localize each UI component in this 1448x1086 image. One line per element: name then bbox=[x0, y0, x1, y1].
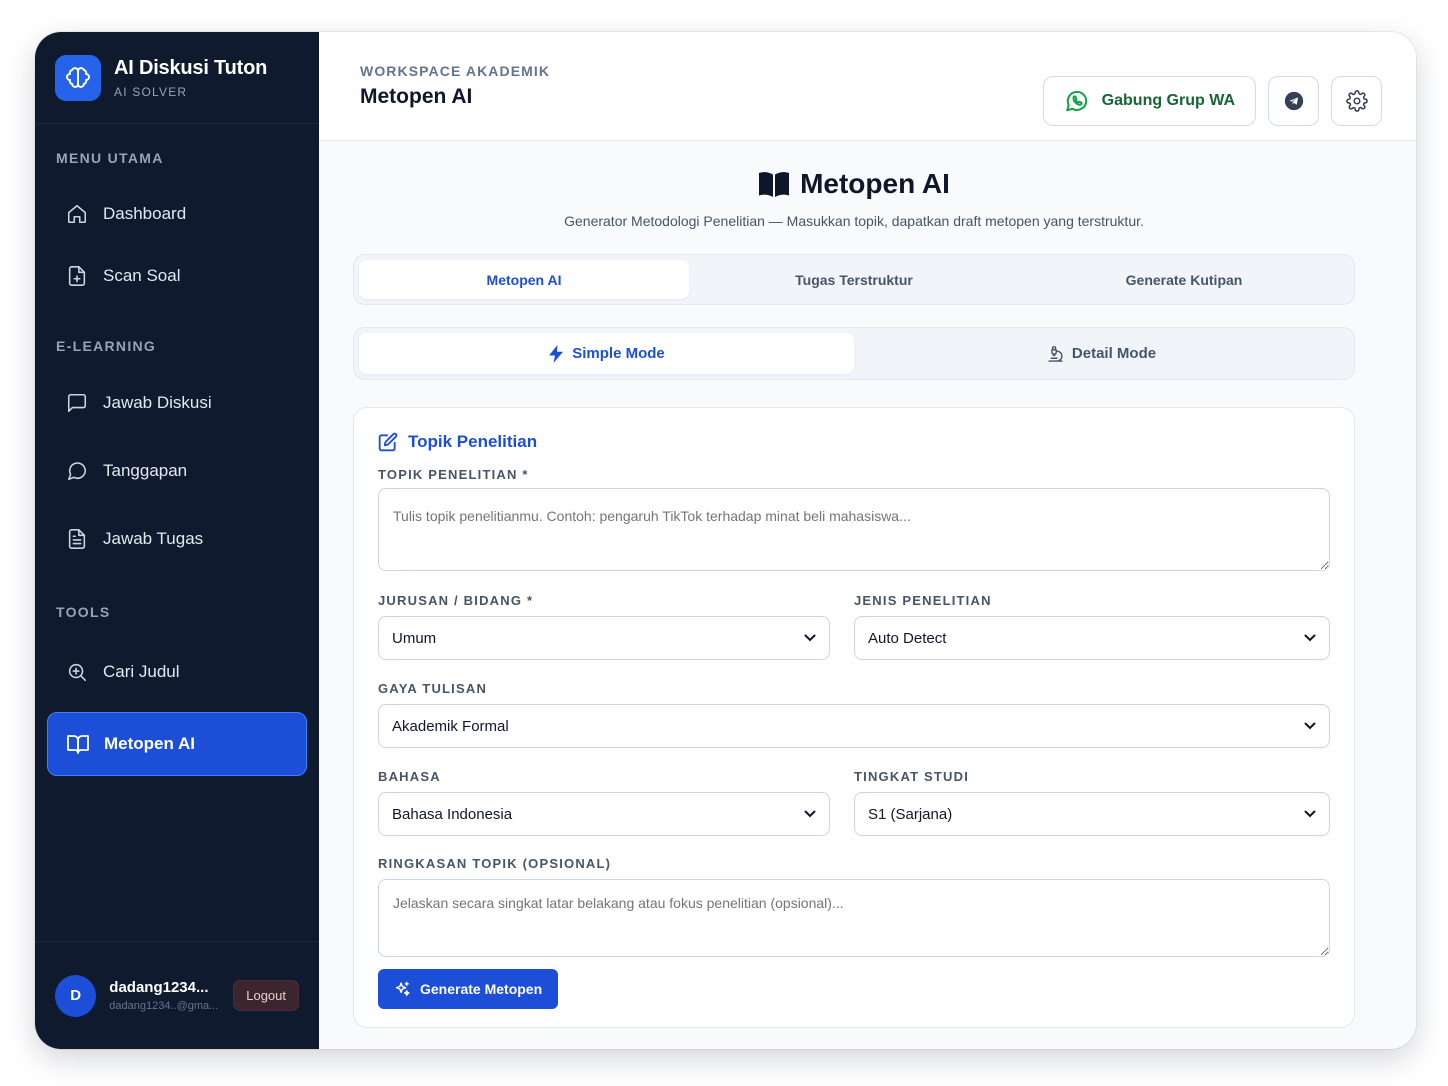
book-icon bbox=[758, 170, 790, 198]
brand-subtitle: AI SOLVER bbox=[114, 84, 188, 99]
section-label-tools: TOOLS bbox=[56, 604, 111, 620]
jenis-value: Auto Detect bbox=[868, 629, 947, 647]
sidebar-item-label: Metopen AI bbox=[104, 734, 195, 753]
home-icon bbox=[65, 202, 89, 226]
mode-switch: Simple Mode Detail Mode bbox=[353, 327, 1355, 380]
jenis-label: JENIS PENELITIAN bbox=[854, 593, 992, 608]
tingkat-label: TINGKAT STUDI bbox=[854, 769, 970, 784]
brain-icon bbox=[55, 54, 101, 101]
gaya-value: Akademik Formal bbox=[392, 717, 509, 735]
section-label-e-learning: E-LEARNING bbox=[56, 338, 157, 354]
topik-input[interactable] bbox=[378, 488, 1330, 571]
gaya-select[interactable]: Akademik Formal bbox=[378, 704, 1330, 748]
detail-mode-label: Detail Mode bbox=[1071, 345, 1157, 362]
sidebar-item-metopen-ai[interactable]: Metopen AI bbox=[47, 712, 307, 776]
content: Metopen AI Generator Metodologi Peneliti… bbox=[353, 141, 1355, 1028]
avatar[interactable]: D bbox=[55, 974, 97, 1017]
chevron-down-icon bbox=[804, 634, 816, 642]
tingkat-select[interactable]: S1 (Sarjana) bbox=[854, 792, 1330, 836]
hero-title: Metopen AI bbox=[800, 168, 950, 199]
sidebar-item-scan-soal[interactable]: Scan Soal bbox=[47, 249, 307, 303]
sidebar-item-label: Scan Soal bbox=[103, 266, 181, 285]
sidebar: AI Diskusi Tuton AI SOLVER MENU UTAMA Da… bbox=[35, 32, 319, 1049]
jurusan-label: JURUSAN / BIDANG * bbox=[378, 593, 534, 608]
telegram-icon bbox=[1283, 90, 1305, 112]
ringkasan-label: RINGKASAN TOPIK (OPSIONAL) bbox=[378, 856, 612, 871]
chevron-down-icon bbox=[1304, 810, 1316, 818]
chevron-down-icon bbox=[1304, 722, 1316, 730]
settings-button[interactable] bbox=[1331, 76, 1382, 126]
main-area: WORKSPACE AKADEMIK Metopen AI Gabung Gru… bbox=[319, 32, 1416, 1049]
chat-square-icon bbox=[65, 391, 89, 415]
brand-title: AI Diskusi Tuton bbox=[114, 56, 268, 79]
generate-metopen-button[interactable]: Generate Metopen bbox=[378, 969, 559, 1009]
breadcrumb: WORKSPACE AKADEMIK bbox=[360, 63, 551, 79]
simple-mode-button[interactable]: Simple Mode bbox=[359, 333, 854, 374]
sidebar-item-dashboard[interactable]: Dashboard bbox=[47, 187, 307, 241]
chevron-down-icon bbox=[1304, 634, 1316, 642]
sparkles-icon bbox=[394, 981, 411, 998]
lightning-icon bbox=[548, 344, 564, 363]
jurusan-select[interactable]: Umum bbox=[378, 616, 830, 660]
chevron-down-icon bbox=[804, 810, 816, 818]
section-label-menu-utama: MENU UTAMA bbox=[56, 150, 164, 166]
feature-tabs: Metopen AI Tugas Terstruktur Generate Ku… bbox=[353, 254, 1355, 305]
ringkasan-input[interactable] bbox=[378, 879, 1330, 957]
sidebar-item-label: Jawab Diskusi bbox=[103, 393, 212, 412]
bahasa-select[interactable]: Bahasa Indonesia bbox=[378, 792, 830, 836]
simple-mode-label: Simple Mode bbox=[572, 345, 665, 362]
brand[interactable]: AI Diskusi Tuton AI SOLVER bbox=[35, 32, 319, 124]
user-panel: D dadang1234... dadang1234..@gma... Logo… bbox=[35, 941, 319, 1049]
detail-mode-button[interactable]: Detail Mode bbox=[854, 333, 1349, 374]
whatsapp-icon bbox=[1064, 88, 1090, 114]
sidebar-item-jawab-diskusi[interactable]: Jawab Diskusi bbox=[47, 376, 307, 430]
tingkat-value: S1 (Sarjana) bbox=[868, 805, 953, 823]
card-title: Topik Penelitian bbox=[378, 432, 1330, 452]
app-window: AI Diskusi Tuton AI SOLVER MENU UTAMA Da… bbox=[35, 32, 1416, 1049]
sidebar-item-label: Jawab Tugas bbox=[103, 529, 204, 548]
user-email: dadang1234..@gma... bbox=[109, 1000, 219, 1012]
card-title-text: Topik Penelitian bbox=[408, 432, 538, 451]
join-wa-group-button[interactable]: Gabung Grup WA bbox=[1042, 76, 1256, 126]
tab-metopen-ai[interactable]: Metopen AI bbox=[359, 260, 689, 299]
sidebar-item-label: Tanggapan bbox=[103, 461, 188, 480]
join-wa-group-label: Gabung Grup WA bbox=[1101, 92, 1235, 109]
research-form-card: Topik Penelitian TOPIK PENELITIAN * JURU… bbox=[353, 407, 1355, 1028]
sidebar-item-jawab-tugas[interactable]: Jawab Tugas bbox=[47, 512, 307, 566]
jurusan-value: Umum bbox=[392, 629, 437, 647]
document-icon bbox=[65, 527, 89, 551]
user-name: dadang1234... bbox=[109, 979, 209, 996]
generate-metopen-label: Generate Metopen bbox=[420, 981, 543, 997]
edit-icon bbox=[378, 432, 398, 452]
chat-bubble-icon bbox=[65, 459, 89, 483]
sidebar-item-label: Cari Judul bbox=[103, 662, 180, 681]
topik-label: TOPIK PENELITIAN * bbox=[378, 467, 529, 482]
sidebar-item-tanggapan[interactable]: Tanggapan bbox=[47, 444, 307, 498]
telegram-button[interactable] bbox=[1268, 76, 1319, 126]
sidebar-item-label: Dashboard bbox=[103, 204, 187, 223]
hero-subtitle: Generator Metodologi Penelitian — Masukk… bbox=[564, 213, 1144, 229]
gaya-label: GAYA TULISAN bbox=[378, 681, 488, 696]
sidebar-item-cari-judul[interactable]: Cari Judul bbox=[47, 645, 307, 699]
topbar: WORKSPACE AKADEMIK Metopen AI Gabung Gru… bbox=[319, 32, 1416, 141]
bahasa-label: BAHASA bbox=[378, 769, 441, 784]
page-title: Metopen AI bbox=[360, 85, 473, 108]
tab-generate-kutipan[interactable]: Generate Kutipan bbox=[1019, 260, 1349, 299]
gear-icon bbox=[1345, 90, 1368, 112]
book-open-icon bbox=[66, 732, 90, 756]
hero: Metopen AI Generator Metodologi Peneliti… bbox=[353, 168, 1355, 229]
tab-tugas-terstruktur[interactable]: Tugas Terstruktur bbox=[689, 260, 1019, 299]
jenis-select[interactable]: Auto Detect bbox=[854, 616, 1330, 660]
search-zoom-icon bbox=[65, 660, 89, 684]
logout-button[interactable]: Logout bbox=[233, 980, 299, 1011]
bahasa-value: Bahasa Indonesia bbox=[392, 805, 513, 823]
microscope-icon bbox=[1047, 345, 1064, 363]
file-plus-icon bbox=[65, 264, 89, 288]
